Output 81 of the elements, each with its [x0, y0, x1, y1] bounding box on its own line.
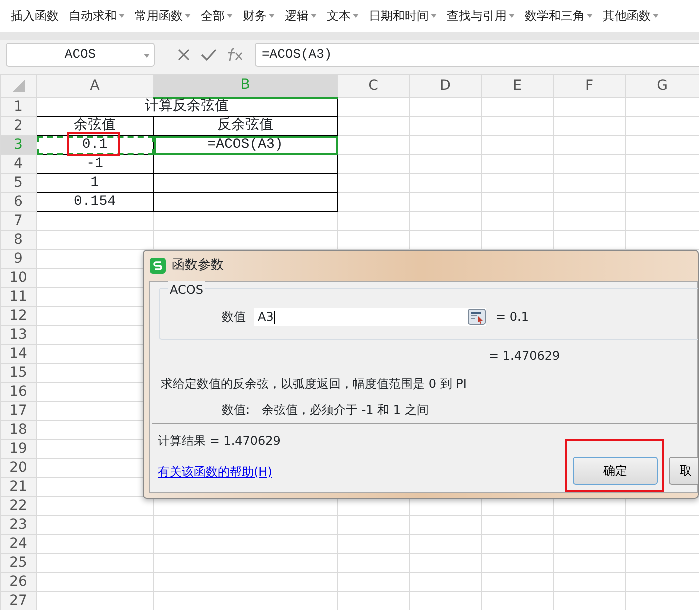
toolbar-button[interactable]: 插入函数	[6, 7, 64, 25]
table-cell[interactable]: 反余弦值	[154, 116, 338, 136]
row-header[interactable]: 15	[0, 364, 36, 382]
toolbar-button[interactable]: 全部	[196, 7, 238, 25]
caret-icon	[311, 14, 317, 18]
cancel-icon[interactable]	[177, 48, 191, 62]
row-header[interactable]: 18	[0, 420, 36, 440]
calculation-result: 计算结果 = 1.470629	[158, 433, 281, 450]
caret-icon	[227, 14, 233, 18]
confirm-icon[interactable]	[201, 48, 217, 62]
row-header[interactable]: 16	[0, 382, 36, 402]
toolbar-button[interactable]: 日期和时间	[364, 7, 442, 25]
row-header[interactable]: 10	[0, 268, 36, 288]
row-header[interactable]: 17	[0, 402, 36, 420]
table-cell[interactable]: 0.1	[36, 136, 154, 154]
argument-help-label: 数值:	[222, 402, 250, 419]
row-header[interactable]: 4	[0, 154, 36, 174]
argument-field[interactable]: A3	[254, 308, 486, 326]
caret-icon	[119, 14, 125, 18]
app-logo-icon	[150, 258, 166, 274]
table-cell[interactable]: 1	[36, 174, 154, 192]
row-header[interactable]: 7	[0, 212, 36, 230]
row-header[interactable]: 25	[0, 554, 36, 572]
row-header[interactable]: 21	[0, 478, 36, 496]
row-header[interactable]: 23	[0, 516, 36, 534]
table-cell[interactable]: -1	[36, 154, 154, 174]
caret-icon	[431, 14, 437, 18]
row-header[interactable]: 11	[0, 288, 36, 306]
argument-label: 数值	[222, 309, 247, 326]
row-header[interactable]: 24	[0, 534, 36, 554]
row-header[interactable]: 2	[0, 116, 36, 136]
row-header[interactable]: 26	[0, 572, 36, 592]
row-header[interactable]: 14	[0, 344, 36, 364]
toolbar-button[interactable]: 数学和三角	[520, 7, 598, 25]
row-header[interactable]: 1	[0, 98, 36, 116]
table-cell[interactable]: 计算反余弦值	[36, 98, 338, 116]
row-header[interactable]: 8	[0, 230, 36, 250]
row-header[interactable]: 20	[0, 458, 36, 478]
caret-icon	[653, 14, 659, 18]
function-icon[interactable]	[227, 48, 245, 62]
dialog-button[interactable]: 确定	[573, 457, 658, 485]
column-header[interactable]: A	[36, 74, 154, 98]
dialog-title: 函数参数	[172, 257, 224, 276]
column-header[interactable]: F	[554, 74, 626, 98]
caret-icon	[509, 14, 515, 18]
name-box[interactable]: ACOS	[6, 43, 155, 67]
row-header[interactable]: 5	[0, 174, 36, 192]
table-cell[interactable]: 余弦值	[36, 116, 154, 136]
row-header[interactable]: 9	[0, 250, 36, 268]
caret-icon	[353, 14, 359, 18]
caret-icon	[185, 14, 191, 18]
argument-help-text: 余弦值，必须介于 -1 和 1 之间	[262, 402, 429, 419]
table-cell[interactable]: 0.154	[36, 192, 154, 212]
toolbar-button[interactable]: 自动求和	[64, 7, 130, 25]
argument-result: = 0.1	[496, 309, 529, 326]
range-picker-icon[interactable]	[468, 309, 486, 325]
dialog-button[interactable]: 取	[669, 457, 698, 485]
row-header[interactable]: 22	[0, 496, 36, 516]
function-description: 求给定数值的反余弦，以弧度返回，幅度值范围是 0 到 PI	[161, 376, 467, 393]
column-header[interactable]: E	[482, 74, 554, 98]
column-header[interactable]: G	[626, 74, 699, 98]
toolbar-button[interactable]: 文本	[322, 7, 364, 25]
table-cell[interactable]: =ACOS(A3)	[154, 136, 338, 154]
formula-result: = 1.470629	[489, 348, 560, 365]
toolbar-button[interactable]: 查找与引用	[442, 7, 520, 25]
toolbar-button[interactable]: 逻辑	[280, 7, 322, 25]
row-header[interactable]: 19	[0, 440, 36, 458]
caret-icon	[269, 14, 275, 18]
toolbar-button[interactable]: 财务	[238, 7, 280, 25]
toolbar-button[interactable]: 其他函数	[598, 7, 664, 25]
toolbar-button[interactable]: 常用函数	[130, 7, 196, 25]
row-header[interactable]: 6	[0, 192, 36, 212]
caret-icon	[144, 54, 150, 58]
formula-field[interactable]: =ACOS(A3)	[255, 43, 699, 67]
column-header[interactable]: D	[410, 74, 482, 98]
row-header[interactable]: 27	[0, 592, 36, 610]
row-header[interactable]: 13	[0, 326, 36, 344]
column-header[interactable]: C	[338, 74, 410, 98]
help-link[interactable]: 有关该函数的帮助(H)	[158, 463, 272, 481]
row-header[interactable]: 12	[0, 306, 36, 326]
caret-icon	[587, 14, 593, 18]
